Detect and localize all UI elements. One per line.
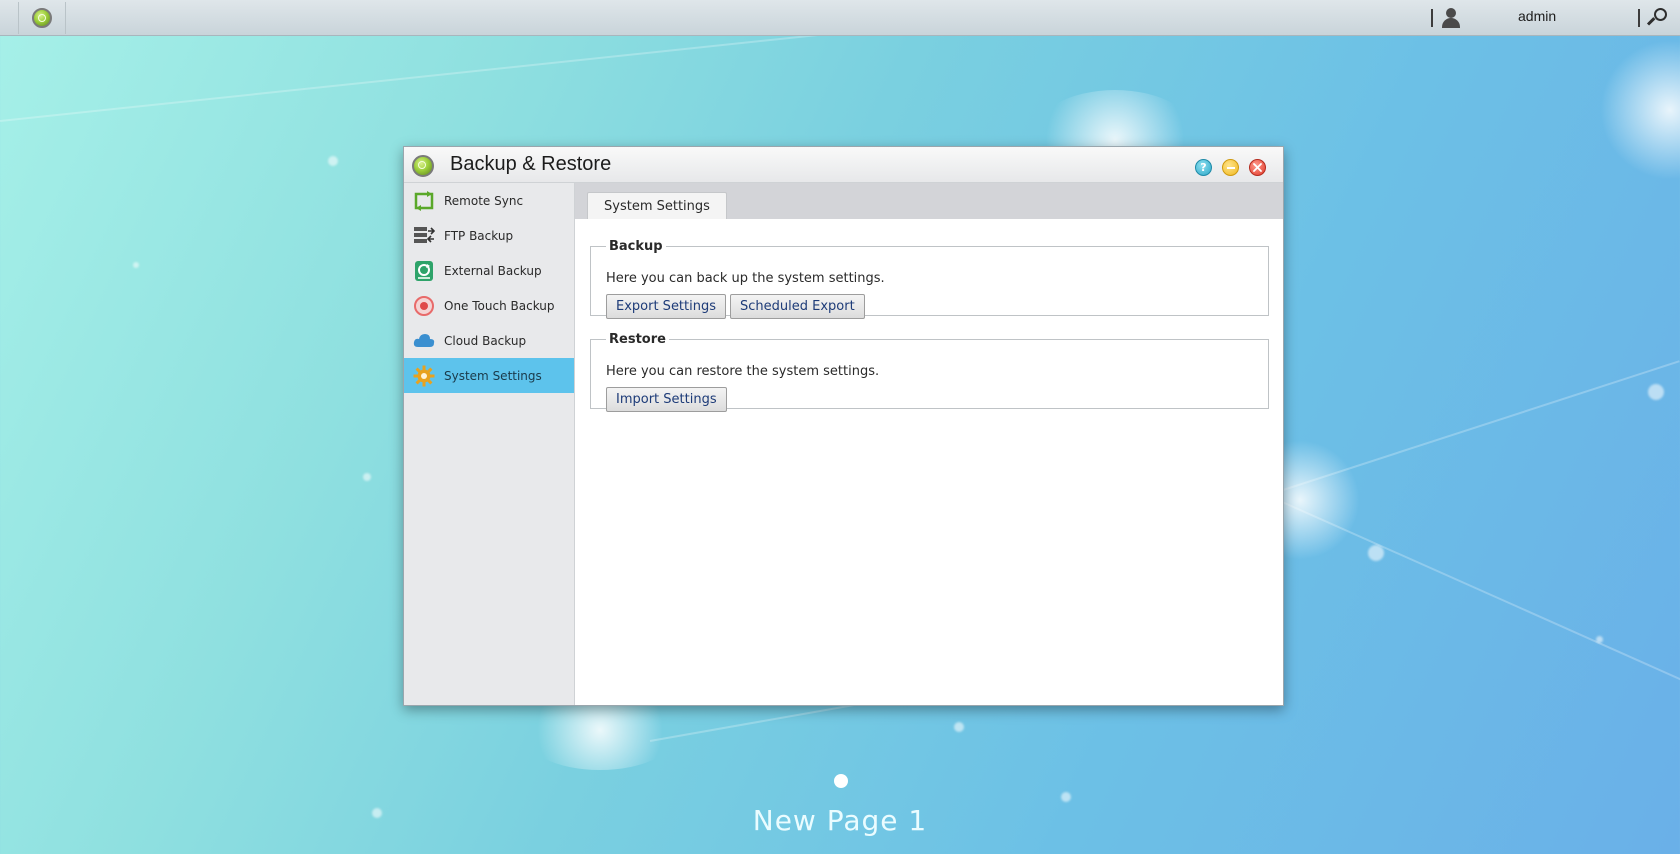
app-logo-icon [412, 155, 434, 177]
sidebar-item-label: System Settings [444, 368, 542, 383]
main-content: System Settings Backup Here you can back… [575, 183, 1283, 705]
external-backup-icon [413, 260, 435, 282]
sidebar: Remote Sync FTP Backup External Backup O… [404, 183, 575, 705]
sidebar-item-label: External Backup [444, 263, 542, 278]
help-button[interactable]: ? [1195, 159, 1212, 176]
desktop-bokeh [954, 722, 964, 732]
desktop-ray [1279, 500, 1680, 685]
page-label: New Page 1 [752, 804, 928, 837]
window-titlebar[interactable]: Backup & Restore ? [404, 147, 1283, 183]
user-icon[interactable] [1440, 7, 1462, 29]
top-taskbar: admin [0, 0, 1680, 36]
sidebar-item-system-settings[interactable]: System Settings [404, 358, 574, 393]
restore-legend: Restore [609, 332, 666, 347]
search-icon[interactable] [1646, 8, 1668, 30]
sidebar-item-external-backup[interactable]: External Backup [404, 253, 574, 288]
ftp-backup-icon [413, 225, 436, 247]
backup-group: Backup Here you can back up the system s… [590, 239, 1269, 319]
backup-restore-window: Backup & Restore ? Remote Sync FTP Backu… [403, 146, 1284, 706]
page-indicator-dot[interactable] [834, 774, 848, 788]
close-icon [1253, 163, 1262, 172]
backup-description: Here you can back up the system settings… [606, 271, 885, 286]
divider [1638, 9, 1640, 27]
tab-strip: System Settings [575, 183, 1283, 219]
sidebar-item-cloud-backup[interactable]: Cloud Backup [404, 323, 574, 358]
sidebar-item-label: Cloud Backup [444, 333, 527, 348]
gear-icon [413, 365, 435, 387]
sidebar-item-label: Remote Sync [444, 193, 524, 208]
sidebar-item-remote-sync[interactable]: Remote Sync [404, 183, 574, 218]
desktop-bokeh [133, 262, 139, 268]
sidebar-item-ftp-backup[interactable]: FTP Backup [404, 218, 574, 253]
close-button[interactable] [1249, 159, 1266, 176]
window-title: Backup & Restore [450, 153, 612, 175]
tab-system-settings[interactable]: System Settings [587, 192, 727, 219]
user-name[interactable]: admin [1518, 8, 1556, 24]
sidebar-item-one-touch-backup[interactable]: One Touch Backup [404, 288, 574, 323]
app-logo-icon [32, 8, 52, 28]
sidebar-item-label: FTP Backup [444, 228, 514, 243]
desktop-bokeh [1368, 545, 1384, 561]
desktop-ray [1279, 360, 1680, 492]
desktop-bokeh [363, 473, 371, 481]
sidebar-item-label: One Touch Backup [444, 298, 555, 313]
main-menu-button[interactable] [18, 2, 66, 34]
desktop-bokeh [1596, 636, 1603, 643]
import-settings-button[interactable]: Import Settings [606, 387, 727, 412]
backup-legend: Backup [609, 239, 663, 254]
cloud-icon [413, 330, 435, 352]
desktop-ray [0, 25, 896, 122]
restore-group: Restore Here you can restore the system … [590, 332, 1269, 412]
desktop-glow [1600, 40, 1680, 180]
minimize-button[interactable] [1222, 159, 1239, 176]
export-settings-button[interactable]: Export Settings [606, 294, 727, 319]
scheduled-export-button[interactable]: Scheduled Export [730, 294, 865, 319]
desktop-bokeh [1648, 384, 1664, 400]
restore-description: Here you can restore the system settings… [606, 364, 880, 379]
divider [1431, 9, 1433, 27]
remote-sync-icon [413, 190, 435, 212]
desktop-bokeh [328, 156, 338, 166]
desktop-bokeh [1061, 792, 1071, 802]
one-touch-backup-icon [413, 295, 435, 317]
